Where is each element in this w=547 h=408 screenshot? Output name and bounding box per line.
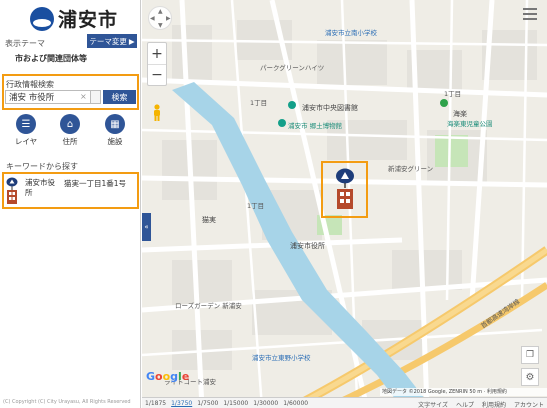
sidebar: 浦安市 表示テーマ テーマ変更▶ 市および関連団体等 行政情報検索 × 検索 ☰… — [0, 0, 141, 408]
map-attribution-text: 地図データ ©2018 Google, ZENRIN 50 m — [382, 389, 483, 395]
map-attribution: 地図データ ©2018 Google, ZENRIN 50 m · 利用規約 — [380, 388, 547, 396]
building-icon: ▦ — [105, 114, 125, 134]
map-label-shin-urayasu: 新浦安グリーン — [388, 165, 434, 173]
pan-right-icon[interactable]: ▶ — [166, 15, 171, 22]
map-label-nekozane: 猫実 — [202, 216, 216, 224]
scale-option-1-3750[interactable]: 1/3750 — [171, 400, 192, 407]
admin-search-input[interactable] — [5, 90, 91, 104]
current-theme: 市および関連団体等 — [15, 54, 87, 63]
museum-pin-icon[interactable] — [277, 118, 287, 128]
home-icon: ⌂ — [60, 114, 80, 134]
result-name: 浦安市役所 — [25, 178, 55, 197]
google-logo: Google — [146, 370, 190, 383]
city-emblem-icon — [30, 6, 54, 31]
map-menu-icon[interactable] — [523, 8, 537, 20]
map-label-kaiyo-park: 海楽東児童公園 — [447, 120, 493, 128]
zoom-control: + − — [147, 42, 167, 86]
map-label-museum: 浦安市 郷土博物館 — [288, 122, 343, 130]
theme-change-label: テーマ変更 — [89, 36, 127, 46]
theme-change-button[interactable]: テーマ変更 ▶ — [87, 34, 137, 48]
scale-option-1-15000[interactable]: 1/15000 — [223, 400, 248, 407]
copyright: (C) Copyright (C) City Urayasu, All Righ… — [3, 399, 131, 405]
zoom-out-button[interactable]: − — [148, 64, 166, 85]
settings-gear-icon[interactable]: ⚙ — [521, 368, 539, 386]
admin-search-title: 行政情報検索 — [6, 80, 54, 89]
pan-up-icon[interactable]: ▲ — [158, 8, 163, 15]
tool-address-label: 住所 — [62, 137, 78, 146]
map-label-school-north: 浦安市立南小学校 — [325, 29, 377, 37]
map-label-park-green: パークグリーンハイツ — [260, 64, 325, 72]
scale-bar: 1/1875 1/3750 1/7500 1/15000 1/30000 1/6… — [142, 397, 547, 408]
scale-option-1-7500[interactable]: 1/7500 — [197, 400, 218, 407]
zoom-in-button[interactable]: + — [148, 43, 166, 64]
account-link[interactable]: アカウント — [514, 400, 544, 408]
scale-option-1-30000[interactable]: 1/30000 — [253, 400, 278, 407]
logo-text: 浦安市 — [58, 9, 119, 31]
tool-layer[interactable]: ☰ レイヤ — [9, 114, 43, 147]
scale-option-1-1875[interactable]: 1/1875 — [145, 400, 166, 407]
map-label-rose-garden: ローズガーデン 新浦安 — [175, 302, 242, 310]
map-label-1chome-c: 1丁目 — [247, 202, 265, 210]
tool-layer-label: レイヤ — [14, 137, 38, 146]
tool-facility[interactable]: ▦ 施設 — [98, 114, 132, 147]
keyword-title: キーワードから探す — [6, 162, 78, 171]
search-button[interactable]: 検索 — [103, 90, 136, 104]
marker-highlight — [321, 161, 368, 218]
clear-icon[interactable]: × — [80, 92, 87, 101]
pan-left-icon[interactable]: ◀ — [150, 15, 155, 22]
map-label-cityhall: 浦安市役所 — [290, 242, 325, 250]
city-logo[interactable]: 浦安市 — [30, 5, 118, 32]
tool-facility-label: 施設 — [107, 137, 123, 146]
map-label-kaiyo: 海楽 — [453, 110, 467, 118]
theme-label: 表示テーマ — [5, 39, 45, 48]
scale-option-1-60000[interactable]: 1/60000 — [283, 400, 308, 407]
result-marker-icon — [6, 177, 18, 204]
font-size-link[interactable]: 文字サイズ — [418, 400, 448, 408]
result-address: 猫実一丁目1番1号 — [64, 179, 127, 188]
park-pin-icon[interactable] — [439, 98, 449, 108]
triangle-right-icon: ▶ — [128, 36, 135, 46]
collapse-sidebar-button[interactable]: « — [142, 213, 151, 241]
map-pan-control[interactable]: ▲ ▼ ◀ ▶ — [148, 6, 172, 30]
help-link[interactable]: ヘルプ — [456, 400, 474, 408]
terms-link[interactable]: 利用規約 — [482, 400, 506, 408]
dropdown-toggle[interactable] — [91, 90, 101, 104]
map-layers-icon[interactable]: ❐ — [521, 346, 539, 364]
pan-down-icon[interactable]: ▼ — [158, 22, 163, 29]
map-label-1chome-b: 1丁目 — [444, 90, 462, 98]
map-terms-link[interactable]: 利用規約 — [487, 389, 507, 395]
street-view-pegman-icon[interactable] — [151, 104, 163, 122]
library-pin-icon[interactable] — [287, 100, 297, 110]
tool-address[interactable]: ⌂ 住所 — [53, 114, 87, 147]
map-label-1chome-a: 1丁目 — [250, 99, 268, 107]
list-icon: ☰ — [16, 114, 36, 134]
map-label-library: 浦安市中央図書館 — [302, 104, 358, 112]
map-label-higashino-school: 浦安市立東野小学校 — [252, 354, 311, 362]
